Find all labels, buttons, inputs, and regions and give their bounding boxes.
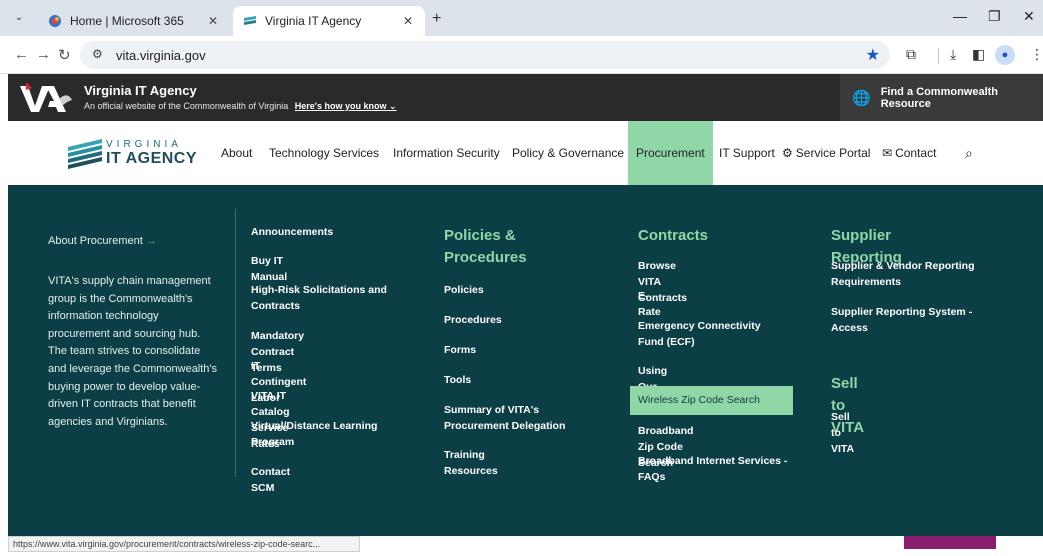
restore-icon[interactable]: ❐	[988, 8, 1001, 25]
link-forms[interactable]: Forms	[444, 342, 476, 358]
microsoft-365-icon	[49, 15, 61, 27]
browser-toolbar: ← → ↻ ⚙ vita.virginia.gov ★ ⧉ ⤓ ◧ ● ⋮	[0, 36, 1043, 74]
link-procurement-delegation[interactable]: Summary of VITA's Procurement Delegation	[444, 402, 584, 434]
logo-virginia-text: VIRGINIA	[106, 139, 182, 150]
va-seal-logo[interactable]	[18, 80, 74, 116]
contracts-heading[interactable]: Contracts	[638, 225, 708, 247]
menu-kebab-icon[interactable]: ⋮	[1030, 46, 1043, 63]
link-tools[interactable]: Tools	[444, 372, 471, 388]
find-resource-label: Find a Commonwealth Resource	[880, 85, 999, 110]
how-you-know-label: Here's how you know	[294, 101, 387, 111]
nav-procurement[interactable]: Procurement	[628, 121, 713, 185]
extensions-icon[interactable]: ⧉	[906, 46, 916, 63]
page-left-edge	[0, 74, 8, 556]
site-nav: VIRGINIA IT AGENCY About Technology Serv…	[8, 121, 1043, 185]
link-training-resources[interactable]: Training Resources	[444, 447, 498, 479]
link-high-risk-solicitations[interactable]: High-Risk Solicitations and Contracts	[251, 282, 406, 314]
forward-icon[interactable]: →	[36, 46, 51, 63]
tab-search-dropdown-icon[interactable]: ⌄	[10, 10, 28, 26]
link-contact-scm[interactable]: Contact SCM	[251, 464, 290, 496]
download-icon[interactable]: ⤓	[950, 46, 956, 63]
minimize-icon[interactable]: —	[953, 8, 967, 24]
globe-icon: 🌐	[852, 89, 871, 107]
tab-microsoft-365[interactable]: Home | Microsoft 365 ✕	[38, 6, 230, 36]
find-resource-button[interactable]: 🌐 Find a Commonwealth Resource	[840, 74, 1043, 121]
tab-title: Home | Microsoft 365	[70, 14, 184, 28]
nav-contact[interactable]: ✉ Contact	[882, 121, 936, 185]
tab-strip: ⌄ Home | Microsoft 365 ✕ Virginia IT Age…	[0, 0, 1043, 36]
search-icon[interactable]: ⌕	[965, 121, 973, 185]
link-broadband-faqs[interactable]: Broadband Internet Services - FAQs	[638, 453, 798, 485]
nav-information-security[interactable]: Information Security	[393, 121, 500, 185]
link-buy-it-manual[interactable]: Buy IT Manual	[251, 253, 287, 285]
service-portal-label: Service Portal	[795, 146, 871, 160]
close-window-icon[interactable]: ✕	[1023, 8, 1035, 25]
gears-icon: ⚙	[782, 146, 793, 160]
new-tab-icon[interactable]: +	[432, 10, 441, 28]
link-e-rate[interactable]: E-Rate	[638, 288, 661, 320]
bookmark-star-icon[interactable]: ★	[866, 45, 880, 65]
reload-icon[interactable]: ↻	[58, 46, 71, 64]
side-panel-icon[interactable]: ◧	[972, 46, 985, 63]
how-you-know-link[interactable]: Here's how you know ⌄	[295, 101, 397, 111]
nav-technology-services[interactable]: Technology Services	[269, 121, 379, 185]
site-info-icon[interactable]: ⚙	[92, 47, 103, 61]
policies-heading[interactable]: Policies & Procedures	[444, 225, 554, 269]
nav-policy-governance[interactable]: Policy & Governance	[512, 121, 624, 185]
url-text: vita.virginia.gov	[116, 48, 206, 63]
vita-favicon-icon	[244, 16, 256, 25]
chevron-down-icon: ⌄	[388, 101, 397, 111]
link-announcements[interactable]: Announcements	[251, 224, 333, 240]
procurement-mega-menu: About Procurement → VITA's supply chain …	[8, 185, 1043, 536]
page-footer-fragment	[904, 536, 996, 549]
link-supplier-requirements[interactable]: Supplier & Vendor Reporting Requirements	[831, 258, 991, 290]
about-procurement-label: About Procurement	[48, 235, 143, 247]
link-policies[interactable]: Policies	[444, 282, 484, 298]
status-bubble: https://www.vita.virginia.gov/procuremen…	[8, 536, 360, 552]
nav-about[interactable]: About	[221, 121, 252, 185]
about-procurement-text: VITA's supply chain management group is …	[48, 275, 218, 428]
close-tab-icon[interactable]: ✕	[401, 14, 415, 28]
address-bar[interactable]: ⚙ vita.virginia.gov ★	[80, 41, 890, 69]
contact-label: Contact	[895, 146, 937, 160]
link-supplier-reporting-system[interactable]: Supplier Reporting System - Access	[831, 304, 991, 336]
tab-virginia-it-agency[interactable]: Virginia IT Agency ✕	[233, 6, 425, 36]
menu-divider	[235, 209, 236, 477]
envelope-icon: ✉	[882, 146, 893, 160]
tab-title: Virginia IT Agency	[265, 14, 362, 28]
vita-logo[interactable]: VIRGINIA IT AGENCY	[68, 139, 198, 171]
link-procedures[interactable]: Procedures	[444, 312, 502, 328]
link-wireless-zip-code-search[interactable]: Wireless Zip Code Search	[630, 386, 793, 415]
about-procurement-link[interactable]: About Procurement →	[48, 235, 157, 247]
link-virtual-distance-learning[interactable]: Virtual/Distance Learning Program	[251, 418, 391, 450]
link-sell-to-vita[interactable]: Sell to VITA	[831, 409, 854, 457]
official-site-notice: An official website of the Commonwealth …	[84, 101, 397, 112]
nav-it-support[interactable]: IT Support	[719, 121, 775, 185]
vita-wave-logo-icon	[68, 139, 102, 169]
close-tab-icon[interactable]: ✕	[206, 14, 220, 28]
logo-it-agency-text: IT AGENCY	[106, 150, 198, 167]
toolbar-divider	[938, 48, 939, 64]
profile-avatar-icon[interactable]: ●	[995, 45, 1015, 65]
link-emergency-connectivity-fund[interactable]: Emergency Connectivity Fund (ECF)	[638, 318, 788, 350]
nav-service-portal[interactable]: ⚙ Service Portal	[782, 121, 870, 185]
official-site-text: An official website of the Commonwealth …	[84, 101, 289, 111]
back-icon[interactable]: ←	[14, 46, 29, 63]
arrow-right-icon: →	[145, 235, 157, 247]
gov-banner: Virginia IT Agency An official website o…	[8, 74, 1043, 121]
agency-title: Virginia IT Agency	[84, 83, 197, 98]
